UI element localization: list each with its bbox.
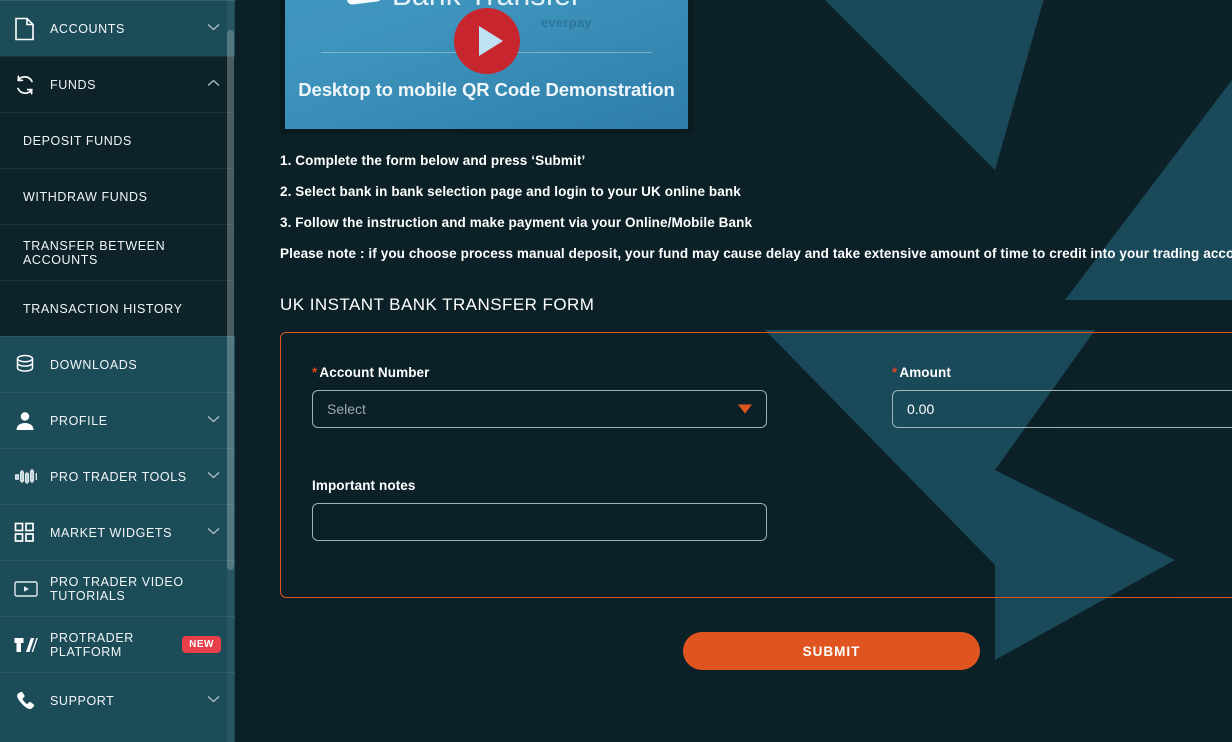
important-notes-input[interactable] — [312, 503, 767, 541]
user-icon — [14, 410, 44, 432]
sidebar-group-funds: FUNDS DEPOSIT FUNDS WITHDRAW FUNDS TRANS… — [0, 56, 235, 336]
sidebar-item-market-widgets[interactable]: MARKET WIDGETS — [0, 504, 235, 560]
main-content: Bank Transfer everpay Desktop to mobile … — [235, 0, 1232, 742]
instruction-step-3: 3. Follow the instruction and make payme… — [280, 215, 753, 230]
chevron-down-icon — [207, 415, 221, 426]
important-notes-field: Important notes — [312, 478, 767, 541]
video-thumbnail-inner: Bank Transfer everpay Desktop to mobile … — [285, 0, 688, 129]
required-marker: * — [312, 365, 318, 380]
tradingview-icon — [14, 635, 44, 655]
sidebar-item-downloads[interactable]: DOWNLOADS — [0, 336, 235, 392]
sidebar-item-label: PROTRADER PLATFORM — [50, 630, 134, 659]
chevron-down-icon — [207, 527, 221, 538]
video-thumbnail-card[interactable]: Bank Transfer everpay Desktop to mobile … — [280, 0, 693, 134]
triangle-down-icon — [738, 404, 752, 414]
submit-button[interactable]: SUBMIT — [683, 632, 980, 670]
amount-field: * Amount 0.00 — [892, 365, 1232, 428]
instruction-step-1: 1. Complete the form below and press ‘Su… — [280, 153, 586, 168]
sidebar-item-label: FUNDS — [50, 77, 97, 92]
phone-icon — [14, 690, 44, 712]
video-subtitle: Desktop to mobile QR Code Demonstration — [298, 79, 675, 100]
sidebar-item-support[interactable]: SUPPORT — [0, 672, 235, 728]
sidebar-item-label: PRO TRADER VIDEO TUTORIALS — [50, 574, 184, 603]
sidebar-subitem-transfer-between-accounts[interactable]: TRANSFER BETWEEN ACCOUNTS — [0, 224, 235, 280]
sidebar-item-pro-trader-tools[interactable]: PRO TRADER TOOLS — [0, 448, 235, 504]
sidebar-subitem-label: TRANSFER BETWEEN ACCOUNTS — [23, 238, 166, 267]
chevron-up-icon — [207, 79, 221, 90]
new-badge: NEW — [182, 636, 221, 653]
sidebar-scrollbar-thumb[interactable] — [227, 30, 234, 570]
instruction-note: Please note : if you choose process manu… — [280, 246, 1232, 261]
chevron-down-icon — [207, 471, 221, 482]
account-number-label-text: Account Number — [319, 365, 430, 380]
sidebar-item-profile[interactable]: PROFILE — [0, 392, 235, 448]
database-icon — [14, 354, 44, 376]
sidebar-item-label: PRO TRADER TOOLS — [50, 469, 187, 484]
amount-label-text: Amount — [899, 365, 951, 380]
account-number-placeholder: Select — [327, 401, 366, 417]
video-icon — [14, 580, 44, 598]
chevron-down-icon — [207, 695, 221, 706]
sidebar-item-label: MARKET WIDGETS — [50, 525, 173, 540]
play-icon[interactable] — [453, 8, 520, 74]
account-number-select[interactable]: Select — [312, 390, 767, 428]
bank-transfer-form: * Account Number Select * Amount 0.00 Im… — [280, 332, 1232, 598]
sidebar-subitem-label: WITHDRAW FUNDS — [23, 189, 148, 204]
document-icon — [14, 17, 44, 41]
sidebar-item-funds[interactable]: FUNDS — [0, 56, 235, 112]
sidebar-item-pro-trader-video-tutorials[interactable]: PRO TRADER VIDEO TUTORIALS — [0, 560, 235, 616]
play-triangle — [478, 26, 503, 56]
candlestick-icon — [14, 466, 44, 488]
account-number-field: * Account Number Select — [312, 365, 767, 428]
sidebar-nav: ACCOUNTS FUNDS DEPOSIT FUNDS WITHDRAW FU… — [0, 0, 235, 742]
important-notes-label: Important notes — [312, 478, 416, 493]
sidebar-subitem-transaction-history[interactable]: TRANSACTION HISTORY — [0, 280, 235, 336]
instruction-step-2: 2. Select bank in bank selection page an… — [280, 184, 741, 199]
amount-value: 0.00 — [907, 401, 935, 417]
sidebar-item-label: PROFILE — [50, 413, 108, 428]
amount-input[interactable]: 0.00 — [892, 390, 1232, 428]
sidebar-subitem-deposit-funds[interactable]: DEPOSIT FUNDS — [0, 112, 235, 168]
sidebar-item-protrader-platform[interactable]: PROTRADER PLATFORM NEW — [0, 616, 235, 672]
sidebar-item-label: SUPPORT — [50, 693, 115, 708]
page-title: UK INSTANT BANK TRANSFER FORM — [280, 295, 595, 314]
sidebar-subitem-withdraw-funds[interactable]: WITHDRAW FUNDS — [0, 168, 235, 224]
grid-icon — [14, 522, 44, 543]
sidebar-item-label: DOWNLOADS — [50, 357, 138, 372]
sidebar-item-accounts[interactable]: ACCOUNTS — [0, 0, 235, 56]
sidebar-subitem-label: DEPOSIT FUNDS — [23, 133, 132, 148]
app-root: ACCOUNTS FUNDS DEPOSIT FUNDS WITHDRAW FU… — [0, 0, 1232, 742]
chevron-down-icon — [207, 23, 221, 34]
sidebar-subitem-label: TRANSACTION HISTORY — [23, 301, 183, 316]
sidebar-item-label: ACCOUNTS — [50, 21, 125, 36]
refresh-icon — [14, 74, 44, 96]
everpay-logo: everpay — [540, 15, 592, 30]
amount-label: * Amount — [892, 365, 1232, 380]
account-number-label: * Account Number — [312, 365, 767, 380]
required-marker: * — [892, 365, 898, 380]
